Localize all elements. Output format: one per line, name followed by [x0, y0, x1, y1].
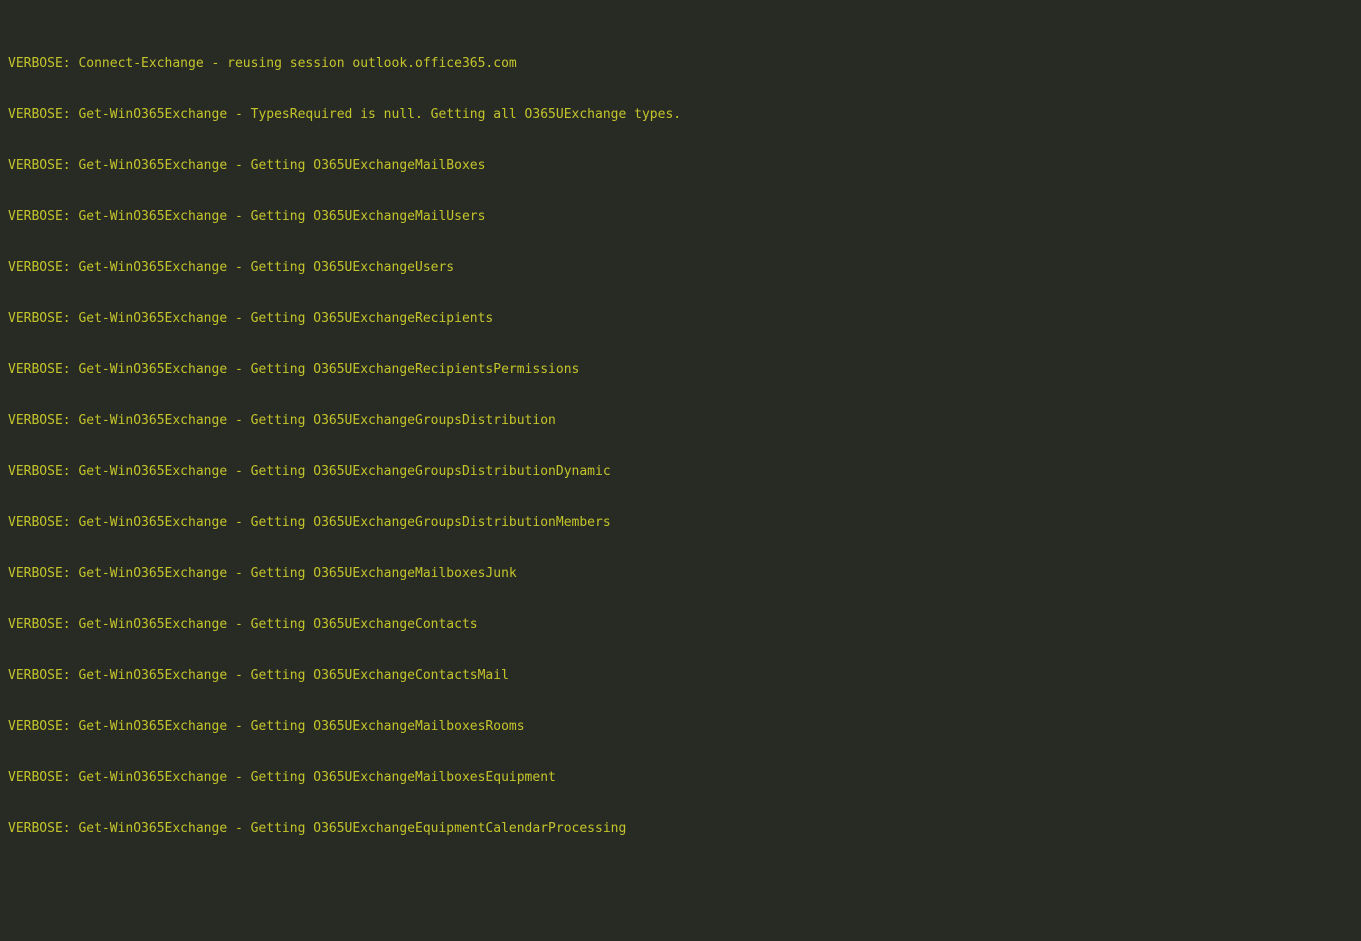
verbose-line: VERBOSE: Get-WinO365Exchange - Getting O… [8, 514, 1361, 531]
verbose-line: VERBOSE: Get-WinO365Exchange - Getting O… [8, 259, 1361, 276]
verbose-line: VERBOSE: Get-WinO365Exchange - Getting O… [8, 208, 1361, 225]
verbose-line: VERBOSE: Get-WinO365Exchange - Getting O… [8, 463, 1361, 480]
verbose-line: VERBOSE: Get-WinO365Exchange - Getting O… [8, 769, 1361, 786]
verbose-line: VERBOSE: Get-WinO365Exchange - Getting O… [8, 412, 1361, 429]
blank-line [8, 888, 1361, 905]
verbose-line: VERBOSE: Get-WinO365Exchange - Getting O… [8, 820, 1361, 837]
verbose-line: VERBOSE: Connect-Exchange - reusing sess… [8, 55, 1361, 72]
verbose-line: VERBOSE: Get-WinO365Exchange - Getting O… [8, 667, 1361, 684]
verbose-line: VERBOSE: Get-WinO365Exchange - Getting O… [8, 616, 1361, 633]
powershell-console[interactable]: VERBOSE: Connect-Exchange - reusing sess… [0, 0, 1361, 941]
verbose-line: VERBOSE: Get-WinO365Exchange - Getting O… [8, 310, 1361, 327]
verbose-line: VERBOSE: Get-WinO365Exchange - Getting O… [8, 157, 1361, 174]
verbose-line: VERBOSE: Get-WinO365Exchange - Getting O… [8, 718, 1361, 735]
verbose-line: VERBOSE: Get-WinO365Exchange - Getting O… [8, 565, 1361, 582]
verbose-line: VERBOSE: Get-WinO365Exchange - TypesRequ… [8, 106, 1361, 123]
verbose-line: VERBOSE: Get-WinO365Exchange - Getting O… [8, 361, 1361, 378]
